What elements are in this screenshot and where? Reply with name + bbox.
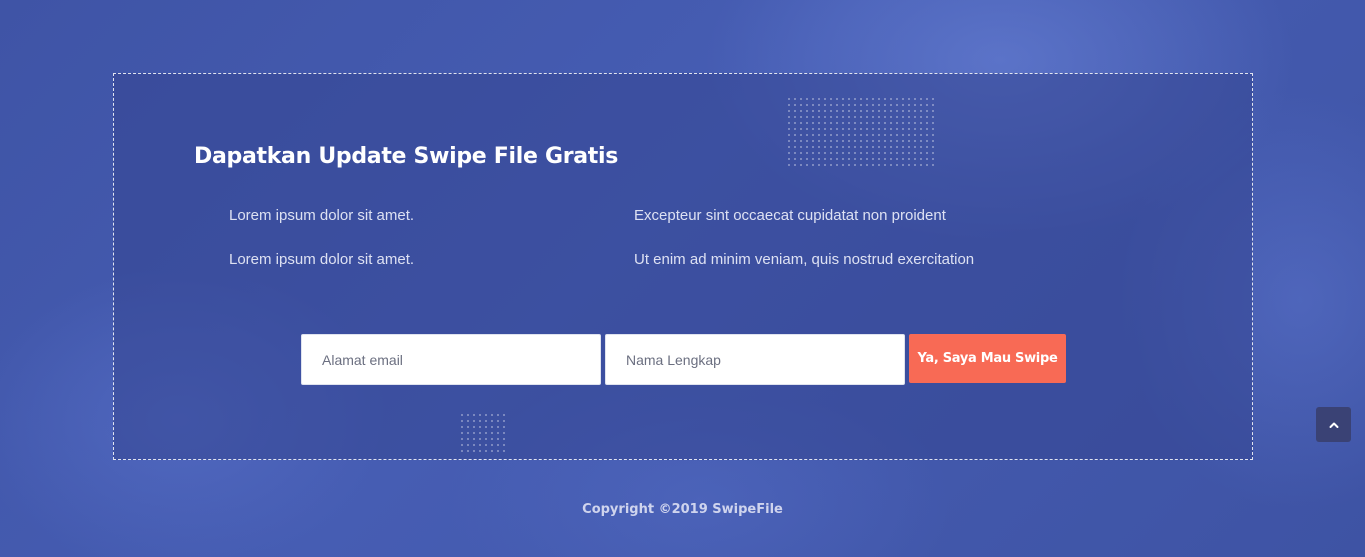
subscribe-button[interactable]: Ya, Saya Mau Swipe: [909, 334, 1066, 383]
dot-pattern-decoration: [459, 412, 509, 452]
subscribe-panel: Dapatkan Update Swipe File Gratis Lorem …: [113, 73, 1253, 460]
dot-pattern-decoration: [786, 96, 934, 166]
full-name-input[interactable]: [605, 334, 905, 385]
chevron-up-icon: [1329, 422, 1338, 428]
feature-item: Excepteur sint occaecat cupidatat non pr…: [634, 207, 946, 224]
feature-item: Ut enim ad minim veniam, quis nostrud ex…: [634, 251, 975, 268]
scroll-to-top-button[interactable]: [1316, 407, 1351, 442]
feature-item: Lorem ipsum dolor sit amet.: [229, 207, 415, 224]
email-input[interactable]: [301, 334, 601, 385]
feature-item: Lorem ipsum dolor sit amet.: [229, 251, 415, 268]
subscribe-heading: Dapatkan Update Swipe File Gratis: [194, 144, 619, 169]
copyright-text: Copyright ©2019 SwipeFile: [582, 502, 783, 517]
